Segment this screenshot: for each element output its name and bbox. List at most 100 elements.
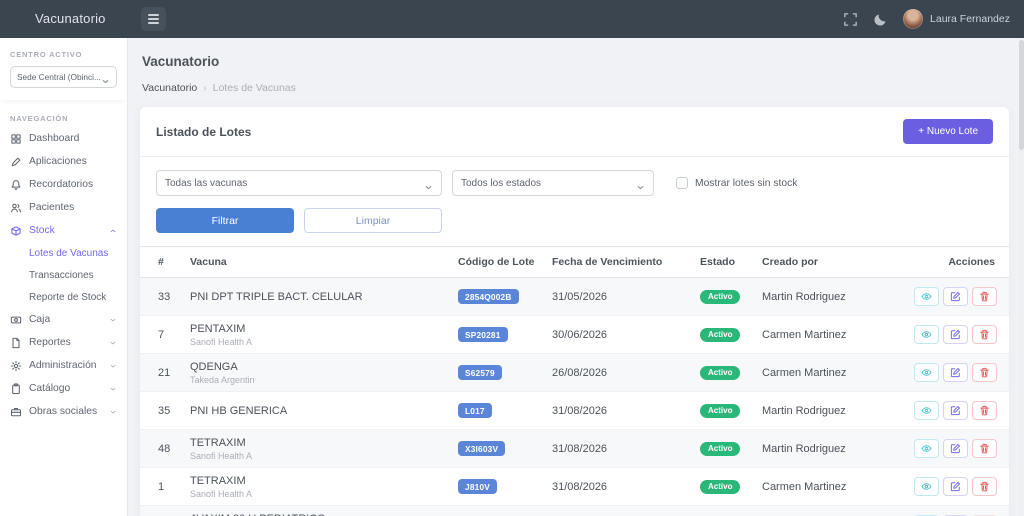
sidebar-item-pacientes[interactable]: Pacientes bbox=[0, 196, 127, 219]
expiry-cell: 31/05/2026 bbox=[544, 278, 692, 316]
delete-button[interactable] bbox=[972, 287, 997, 306]
table-row: 21QDENGATakeda ArgentinS6257926/08/2026A… bbox=[140, 354, 1009, 392]
sidebar: CENTRO ACTIVO Sede Central (Obinci... NA… bbox=[0, 38, 128, 516]
delete-button[interactable] bbox=[972, 439, 997, 458]
edit-button[interactable] bbox=[943, 401, 968, 420]
user-menu[interactable]: Laura Fernandez bbox=[903, 9, 1010, 29]
hamburger-menu-button[interactable] bbox=[141, 7, 166, 31]
sidebar-item-label: Catálogo bbox=[29, 383, 70, 394]
status-badge: Activo bbox=[700, 328, 740, 342]
delete-button[interactable] bbox=[972, 401, 997, 420]
vaccine-cell: TETRAXIMSanofi Health A bbox=[182, 430, 450, 468]
table-row: 48TETRAXIMSanofi Health AX3I603V31/08/20… bbox=[140, 430, 1009, 468]
vaccine-name: TETRAXIM bbox=[190, 475, 442, 487]
status-badge: Activo bbox=[700, 404, 740, 418]
status-filter-select[interactable]: Todos los estados bbox=[452, 170, 654, 196]
vaccine-filter-select[interactable]: Todas las vacunas bbox=[156, 170, 442, 196]
edit-button[interactable] bbox=[943, 439, 968, 458]
lot-number-cell: 7 bbox=[140, 316, 182, 354]
delete-button[interactable] bbox=[972, 325, 997, 344]
sidebar-item-caja[interactable]: Caja bbox=[0, 308, 127, 331]
delete-button[interactable] bbox=[972, 363, 997, 382]
user-name: Laura Fernandez bbox=[930, 13, 1010, 25]
page-title: Vacunatorio bbox=[142, 54, 1009, 69]
status-cell: Activo bbox=[692, 468, 754, 506]
vaccine-cell: PNI DPT TRIPLE BACT. CELULAR bbox=[182, 278, 450, 316]
view-button[interactable] bbox=[914, 401, 939, 420]
expiry-cell: 31/08/2026 bbox=[544, 468, 692, 506]
sidebar-item-catalogo[interactable]: Catálogo bbox=[0, 377, 127, 400]
vaccine-cell: QDENGATakeda Argentin bbox=[182, 354, 450, 392]
main-content: Vacunatorio Vacunatorio › Lotes de Vacun… bbox=[128, 38, 1024, 516]
creator-cell: Martin Rodriguez bbox=[754, 430, 900, 468]
sidebar-item-reporte-de-stock[interactable]: Reporte de Stock bbox=[0, 286, 127, 308]
show-no-stock-toggle[interactable]: Mostrar lotes sin stock bbox=[676, 177, 797, 189]
new-lot-button[interactable]: + Nuevo Lote bbox=[903, 119, 993, 144]
active-center-label: CENTRO ACTIVO bbox=[10, 50, 117, 59]
view-button[interactable] bbox=[914, 439, 939, 458]
sidebar-item-obras-sociales[interactable]: Obras sociales bbox=[0, 400, 127, 423]
chevron-down-icon bbox=[109, 385, 117, 393]
view-button[interactable] bbox=[914, 325, 939, 344]
sidebar-item-stock[interactable]: Stock bbox=[0, 219, 127, 242]
delete-button[interactable] bbox=[972, 477, 997, 496]
vertical-scrollbar[interactable] bbox=[1019, 38, 1024, 516]
sidebar-item-lotes-de-vacunas[interactable]: Lotes de Vacunas bbox=[0, 242, 127, 264]
col-number: # bbox=[140, 247, 182, 278]
lot-code-badge: X3I603V bbox=[458, 441, 505, 456]
lot-number-cell: 48 bbox=[140, 430, 182, 468]
lot-code-cell: 2854Q002B bbox=[450, 278, 544, 316]
status-badge: Activo bbox=[700, 366, 740, 380]
creator-cell: Carmen Martinez bbox=[754, 468, 900, 506]
lot-number-cell: 33 bbox=[140, 278, 182, 316]
sidebar-item-label: Pacientes bbox=[29, 202, 74, 213]
topbar-right: Laura Fernandez bbox=[843, 9, 1024, 29]
sidebar-item-label: Caja bbox=[29, 314, 50, 325]
avatar bbox=[903, 9, 923, 29]
app-brand[interactable]: Vacunatorio bbox=[35, 11, 106, 26]
brand-box: Vacunatorio bbox=[0, 10, 128, 28]
sidebar-item-label: Reportes bbox=[29, 337, 71, 348]
sidebar-item-dashboard[interactable]: Dashboard bbox=[0, 127, 127, 150]
active-center-select[interactable]: Sede Central (Obinci... bbox=[10, 66, 117, 88]
sidebar-item-administracion[interactable]: Administración bbox=[0, 354, 127, 377]
chevron-down-icon bbox=[101, 73, 110, 82]
topbar: Vacunatorio Laura Fernandez bbox=[0, 0, 1024, 38]
box-icon bbox=[10, 225, 22, 237]
briefcase-icon bbox=[10, 406, 22, 418]
vaccine-name: PNI DPT TRIPLE BACT. CELULAR bbox=[190, 291, 442, 303]
edit-button[interactable] bbox=[943, 477, 968, 496]
status-cell: Activo bbox=[692, 278, 754, 316]
sidebar-item-reportes[interactable]: Reportes bbox=[0, 331, 127, 354]
chevron-down-icon bbox=[109, 362, 117, 370]
vaccine-cell: TETRAXIMSanofi Health A bbox=[182, 468, 450, 506]
clear-button[interactable]: Limpiar bbox=[304, 208, 442, 233]
scrollbar-thumb[interactable] bbox=[1019, 40, 1024, 150]
lot-number-cell: 16 bbox=[140, 506, 182, 516]
lot-code-badge: 2854Q002B bbox=[458, 289, 519, 304]
vaccine-name: AVAXIM 80 U PEDIATRICO bbox=[190, 513, 442, 516]
sidebar-item-aplicaciones[interactable]: Aplicaciones bbox=[0, 150, 127, 173]
lot-code-badge: L017 bbox=[458, 403, 492, 418]
creator-cell: Carmen Martinez bbox=[754, 316, 900, 354]
breadcrumb-separator: › bbox=[203, 83, 206, 94]
vaccine-cell: PNI HB GENERICA bbox=[182, 392, 450, 430]
view-button[interactable] bbox=[914, 287, 939, 306]
filter-button[interactable]: Filtrar bbox=[156, 208, 294, 233]
view-button[interactable] bbox=[914, 477, 939, 496]
edit-button[interactable] bbox=[943, 363, 968, 382]
checkbox[interactable] bbox=[676, 177, 688, 189]
cash-icon bbox=[10, 314, 22, 326]
moon-icon[interactable] bbox=[873, 12, 888, 27]
sidebar-item-label: Lotes de Vacunas bbox=[29, 248, 108, 259]
vaccine-maker: Sanofi Health A bbox=[190, 337, 442, 347]
breadcrumb-home[interactable]: Vacunatorio bbox=[142, 82, 197, 94]
sidebar-item-label: Recordatorios bbox=[29, 179, 93, 190]
sidebar-item-recordatorios[interactable]: Recordatorios bbox=[0, 173, 127, 196]
edit-button[interactable] bbox=[943, 325, 968, 344]
sidebar-item-transacciones[interactable]: Transacciones bbox=[0, 264, 127, 286]
chevron-down-icon bbox=[109, 408, 117, 416]
view-button[interactable] bbox=[914, 363, 939, 382]
edit-button[interactable] bbox=[943, 287, 968, 306]
fullscreen-icon[interactable] bbox=[843, 12, 858, 27]
